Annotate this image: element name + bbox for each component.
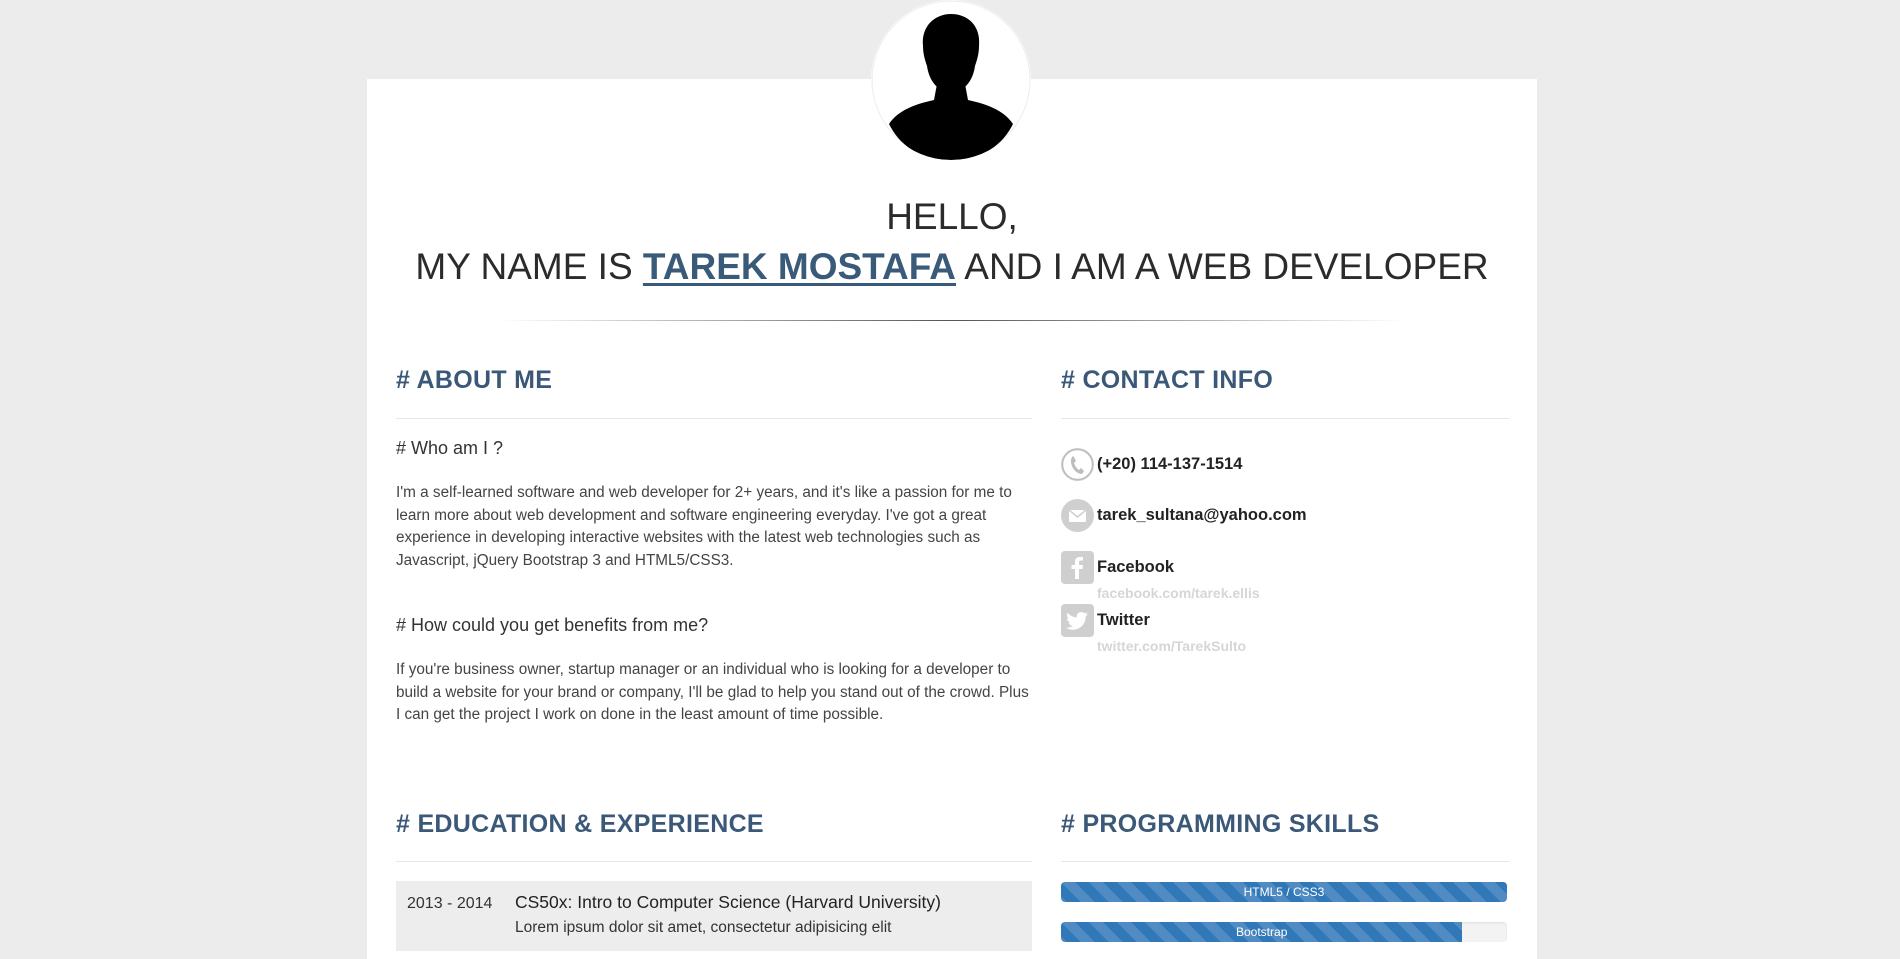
skills-section-title: # PROGRAMMING SKILLS	[1061, 810, 1380, 838]
about-divider	[396, 418, 1032, 419]
envelope-icon	[1061, 499, 1094, 532]
hero-prefix: MY NAME IS	[415, 246, 643, 287]
phone-icon	[1061, 448, 1094, 481]
hero-suffix: AND I AM A WEB DEVELOPER	[956, 246, 1489, 287]
twitter-icon[interactable]	[1061, 604, 1094, 637]
facebook-label[interactable]: Facebook	[1097, 558, 1174, 577]
avatar	[871, 0, 1031, 160]
who-am-i-heading: # Who am I ?	[396, 438, 504, 458]
skill-fill: HTML5 / CSS3	[1061, 882, 1507, 902]
education-item: 2013 - 2014 CS50x: Intro to Computer Sci…	[396, 881, 1032, 951]
facebook-icon[interactable]	[1061, 551, 1094, 584]
contact-divider	[1061, 418, 1509, 419]
benefits-heading: # How could you get benefits from me?	[396, 615, 709, 635]
education-title: CS50x: Intro to Computer Science (Harvar…	[515, 892, 941, 912]
education-section-title: # EDUCATION & EXPERIENCE	[396, 810, 764, 838]
skill-fill: Bootstrap	[1061, 922, 1463, 942]
education-divider	[396, 861, 1032, 862]
hero-intro: MY NAME IS TAREK MOSTAFA AND I AM A WEB …	[367, 246, 1537, 288]
skill-bar-html-css: HTML5 / CSS3	[1061, 882, 1507, 902]
about-section-title: # ABOUT ME	[396, 366, 553, 394]
education-description: Lorem ipsum dolor sit amet, consectetur …	[515, 919, 892, 936]
hero-divider	[497, 320, 1407, 321]
hero-name-link[interactable]: TAREK MOSTAFA	[643, 246, 956, 287]
person-silhouette-icon	[871, 0, 1031, 160]
contact-section-title: # CONTACT INFO	[1061, 366, 1274, 394]
facebook-link[interactable]: facebook.com/tarek.ellis	[1097, 585, 1260, 601]
skill-bar-bootstrap: Bootstrap	[1061, 922, 1507, 942]
who-am-i-text: I'm a self-learned software and web deve…	[396, 484, 1012, 569]
email-address[interactable]: tarek_sultana@yahoo.com	[1097, 506, 1307, 525]
skills-divider	[1061, 861, 1509, 862]
hero-greeting: HELLO,	[886, 196, 1018, 237]
education-years: 2013 - 2014	[407, 895, 493, 912]
benefits-text: If you're business owner, startup manage…	[396, 661, 1029, 723]
twitter-label[interactable]: Twitter	[1097, 611, 1150, 630]
twitter-link[interactable]: twitter.com/TarekSulto	[1097, 638, 1246, 654]
phone-number[interactable]: (+20) 114-137-1514	[1097, 455, 1242, 474]
